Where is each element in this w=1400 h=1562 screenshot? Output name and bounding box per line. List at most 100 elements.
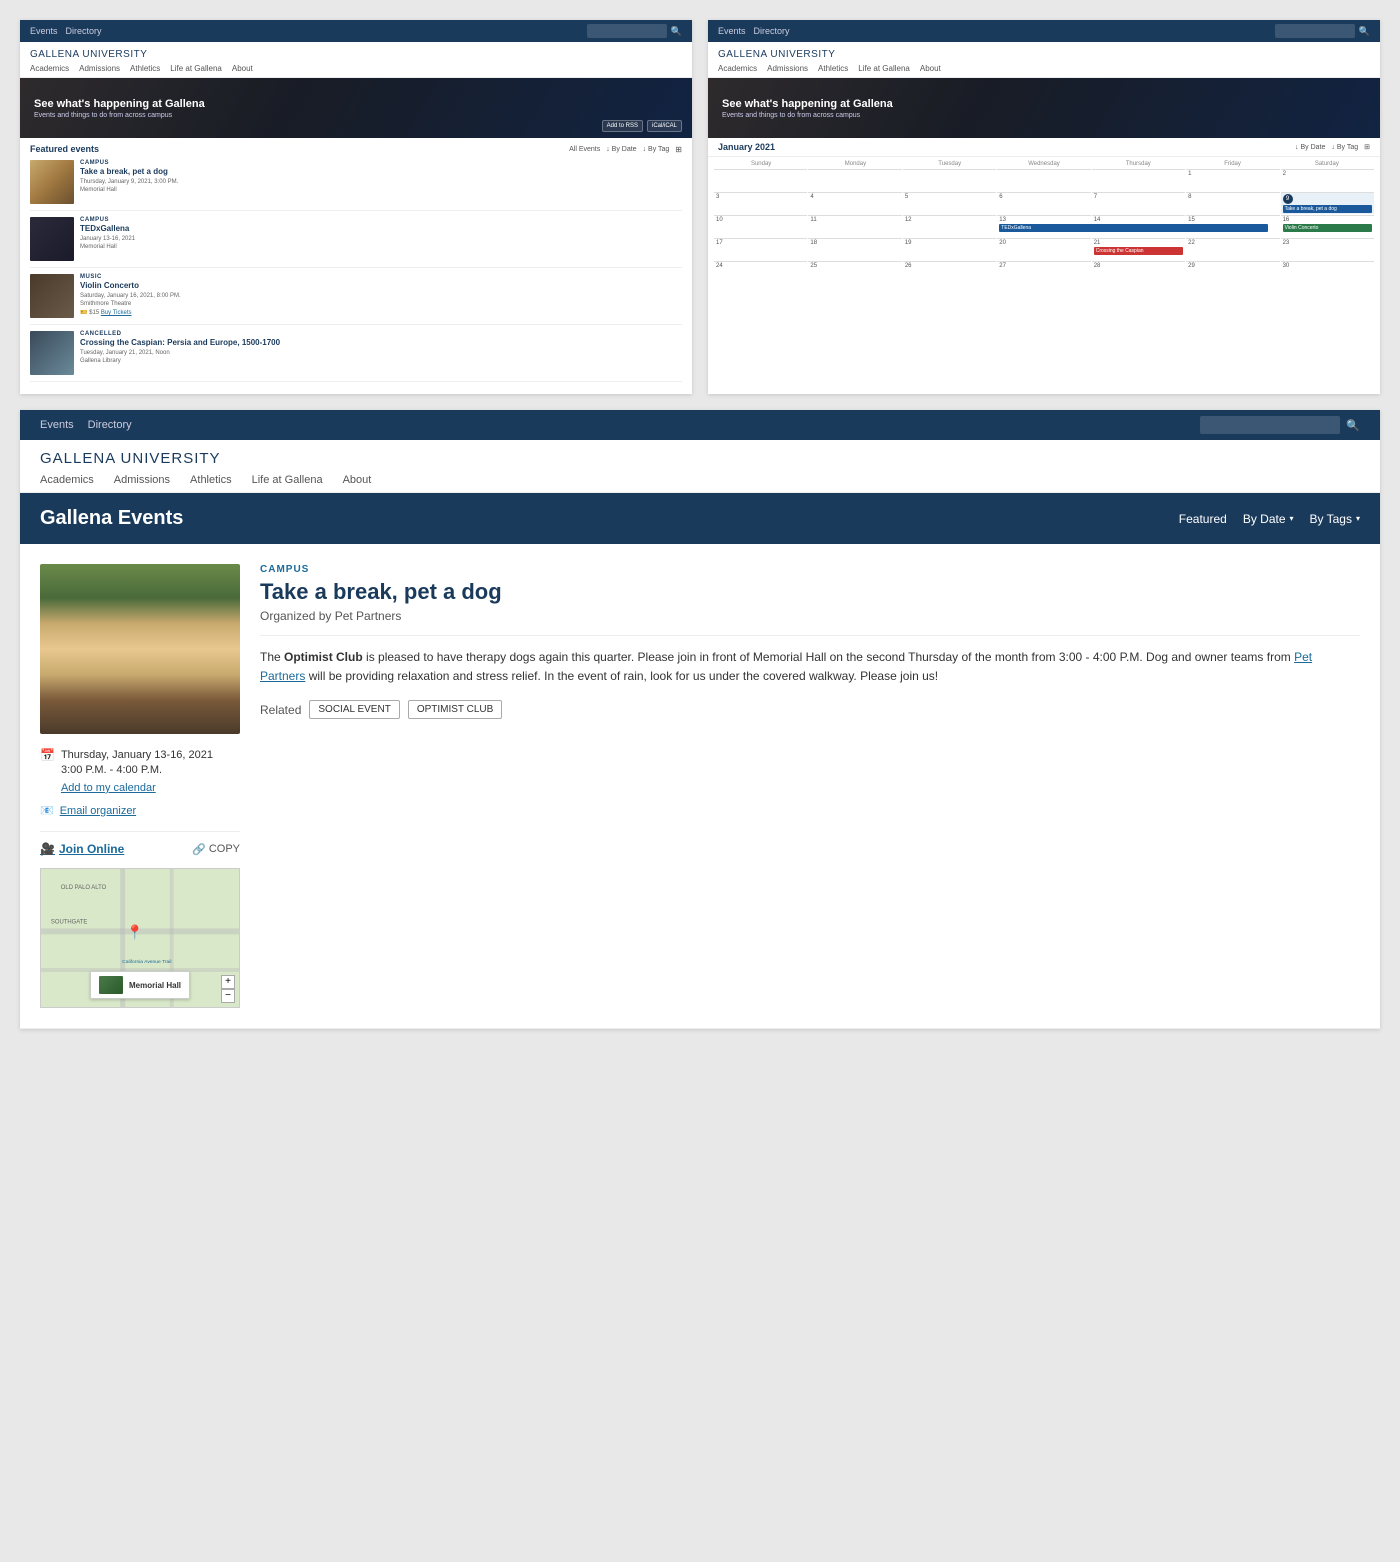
cal-day-20[interactable]: 20 (997, 238, 1090, 260)
hero-rss-btn-left[interactable]: Add to RSS (602, 120, 643, 132)
nav-athletics-left[interactable]: Athletics (130, 64, 160, 73)
cal-event-dog[interactable]: Take a break, pet a dog (1283, 205, 1372, 213)
tag-social-event[interactable]: SOCIAL EVENT (309, 700, 399, 719)
map-plus-btn[interactable]: + (221, 975, 235, 989)
cal-day-4[interactable]: 4 (808, 192, 901, 214)
cal-day-29[interactable]: 29 (1186, 261, 1279, 283)
tag-optimist-club[interactable]: OPTIMIST CLUB (408, 700, 503, 719)
event-name-4[interactable]: Crossing the Caspian: Persia and Europe,… (80, 338, 682, 347)
cal-day-13[interactable]: 13 TEDxGallena (997, 215, 1090, 237)
nav-admissions-right[interactable]: Admissions (767, 64, 808, 73)
cal-day-22[interactable]: 22 (1186, 238, 1279, 260)
join-online-link[interactable]: 🎥 Join Online (40, 842, 124, 856)
nav-link-events-right[interactable]: Events (718, 26, 746, 36)
cal-day-5[interactable]: 5 (903, 192, 996, 214)
hero-sub-right: Events and things to do from across camp… (722, 112, 1366, 119)
search-icon-right[interactable]: 🔍 (1359, 26, 1370, 37)
add-calendar-link[interactable]: Add to my calendar (61, 781, 213, 796)
nav-athletics-right[interactable]: Athletics (818, 64, 848, 73)
cal-day-2[interactable]: 2 (1281, 169, 1374, 191)
cal-event-violin[interactable]: Violin Concerto (1283, 224, 1372, 232)
cal-filter-date[interactable]: ↓ By Date (1295, 143, 1325, 151)
nav-lifeat-left[interactable]: Life at Gallena (170, 64, 222, 73)
nav-lifeat-bottom[interactable]: Life at Gallena (252, 474, 323, 486)
cal-day-12[interactable]: 12 (903, 215, 996, 237)
nav-link-events-left[interactable]: Events (30, 26, 58, 36)
search-icon-left[interactable]: 🔍 (671, 26, 682, 37)
nav-link-events-bottom[interactable]: Events (40, 419, 74, 431)
cal-day-24[interactable]: 24 (714, 261, 807, 283)
cal-week-1: 1 2 (714, 169, 1374, 191)
cal-day-26[interactable]: 26 (903, 261, 996, 283)
filter-date-left[interactable]: ↓ By Date (606, 146, 636, 153)
cal-day[interactable] (714, 169, 807, 191)
filter-bydate-btn[interactable]: By Date ▾ (1243, 512, 1294, 526)
day-mon: Monday (808, 161, 902, 167)
cal-day-16[interactable]: 16 Violin Concerto (1281, 215, 1374, 237)
cal-event-ted[interactable]: TEDxGallena (999, 224, 1267, 232)
cal-day-23[interactable]: 23 (1281, 238, 1374, 260)
cal-day-1[interactable]: 1 (1186, 169, 1279, 191)
nav-academics-bottom[interactable]: Academics (40, 474, 94, 486)
nav-academics-right[interactable]: Academics (718, 64, 757, 73)
cal-event-caspian[interactable]: Crossing the Caspian (1094, 247, 1183, 255)
search-icon-bottom[interactable]: 🔍 (1346, 419, 1360, 432)
cal-day[interactable] (997, 169, 1090, 191)
nav-link-directory-left[interactable]: Directory (66, 26, 102, 36)
cal-day-7[interactable]: 7 (1092, 192, 1185, 214)
cal-filter-tag[interactable]: ↓ By Tag (1331, 143, 1358, 151)
map-minus-btn[interactable]: − (221, 989, 235, 1003)
event-name-1[interactable]: Take a break, pet a dog (80, 167, 682, 176)
cal-day-30[interactable]: 30 (1281, 261, 1374, 283)
events-title-left: Featured events (30, 144, 99, 154)
nav-about-right[interactable]: About (920, 64, 941, 73)
filter-bytags-btn[interactable]: By Tags ▾ (1310, 512, 1360, 526)
nav-about-left[interactable]: About (232, 64, 253, 73)
filter-all-left[interactable]: All Events (569, 146, 600, 153)
email-organizer-link[interactable]: Email organizer (60, 805, 136, 817)
nav-about-bottom[interactable]: About (343, 474, 372, 486)
event-name-3[interactable]: Violin Concerto (80, 281, 682, 290)
cal-day-28[interactable]: 28 (1092, 261, 1185, 283)
pet-partners-link[interactable]: Pet Partners (260, 650, 1312, 683)
buy-tickets-link[interactable]: Buy Tickets (101, 310, 132, 316)
event-name-2[interactable]: TEDxGallena (80, 224, 682, 233)
grid-icon-left[interactable]: ⊞ (675, 145, 682, 154)
cal-day-11[interactable]: 11 (808, 215, 901, 237)
cal-day-21[interactable]: 21 Crossing the Caspian (1092, 238, 1185, 260)
search-input-bottom[interactable] (1200, 416, 1340, 434)
cal-day-27[interactable]: 27 (997, 261, 1090, 283)
cal-day-9[interactable]: 9 Take a break, pet a dog (1281, 192, 1374, 214)
cal-day[interactable] (808, 169, 901, 191)
filter-featured-btn[interactable]: Featured (1179, 512, 1227, 526)
nav-academics-left[interactable]: Academics (30, 64, 69, 73)
nav-admissions-bottom[interactable]: Admissions (114, 474, 170, 486)
cal-day[interactable] (1092, 169, 1185, 191)
cal-day[interactable] (903, 169, 996, 191)
dog-photo (40, 564, 240, 734)
search-input-right[interactable] (1275, 24, 1355, 38)
cal-day-17[interactable]: 17 (714, 238, 807, 260)
cal-day-25[interactable]: 25 (808, 261, 901, 283)
cal-day-6[interactable]: 6 (997, 192, 1090, 214)
cal-day-10[interactable]: 10 (714, 215, 807, 237)
cal-day-8[interactable]: 8 (1186, 192, 1279, 214)
filter-tag-left[interactable]: ↓ By Tag (643, 146, 670, 153)
search-input-left[interactable] (587, 24, 667, 38)
nav-link-directory-bottom[interactable]: Directory (88, 419, 132, 431)
nav-lifeat-right[interactable]: Life at Gallena (858, 64, 910, 73)
copy-button[interactable]: 🔗 COPY (192, 843, 240, 856)
cal-day-18[interactable]: 18 (808, 238, 901, 260)
nav-admissions-left[interactable]: Admissions (79, 64, 120, 73)
event-info-3: MUSIC Violin Concerto Saturday, January … (80, 274, 682, 318)
cal-grid-icon[interactable]: ⊞ (1364, 143, 1370, 151)
map-area[interactable]: OLD PALO ALTO SOUTHGATE California Avenu… (40, 868, 240, 1008)
event-item-4: CANCELLED Crossing the Caspian: Persia a… (30, 331, 682, 382)
nav-link-directory-right[interactable]: Directory (754, 26, 790, 36)
cal-day-3[interactable]: 3 (714, 192, 807, 214)
event-info-2: CAMPUS TEDxGallena January 13-16, 2021 M… (80, 217, 682, 261)
hero-cal-btn-left[interactable]: iCal/iCAL (647, 120, 682, 132)
nav-search-right: 🔍 (1275, 24, 1370, 38)
cal-day-19[interactable]: 19 (903, 238, 996, 260)
nav-athletics-bottom[interactable]: Athletics (190, 474, 232, 486)
